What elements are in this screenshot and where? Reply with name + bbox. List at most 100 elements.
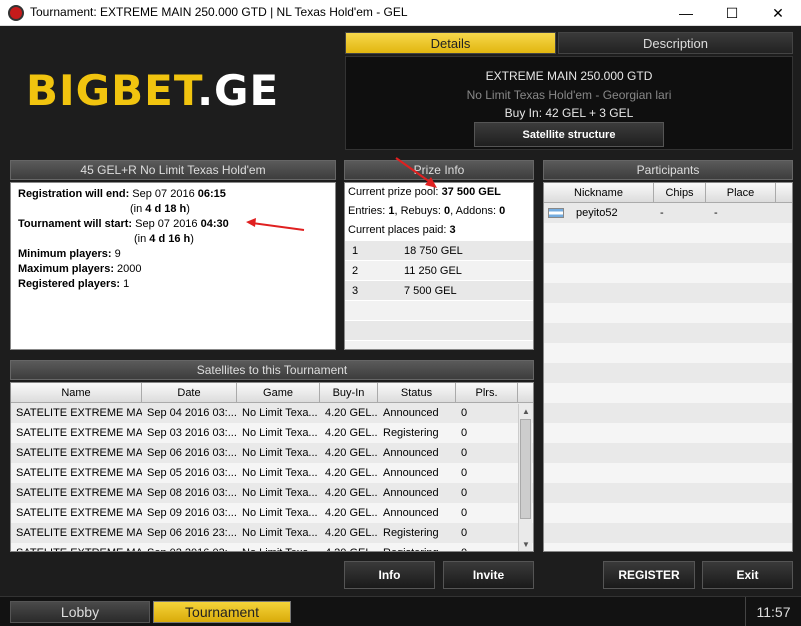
bottom-bar: Lobby Tournament 11:57	[0, 596, 801, 626]
satellite-cell-buyin: 4.20 GEL...	[325, 527, 378, 539]
satellite-structure-button[interactable]: Satellite structure	[474, 122, 664, 147]
prize-table: 1 18 750 GEL 2 11 250 GEL 37 500 GEL	[345, 240, 533, 349]
annotation-arrow-icon	[246, 218, 305, 231]
scroll-up-icon[interactable]: ▲	[519, 404, 533, 418]
participant-row-empty	[544, 503, 792, 523]
participants-header: Participants	[543, 160, 793, 180]
satellite-cell-game: No Limit Texa...	[242, 467, 318, 479]
satellite-cell-name: SATELITE EXTREME MA...	[16, 507, 142, 519]
annotation-arrow-icon	[395, 157, 437, 188]
satellite-row[interactable]: SATELITE EXTREME MA... Sep 05 2016 03:...…	[11, 463, 533, 483]
participants-rows: peyito52 - -	[544, 203, 792, 551]
prize-row: 2 11 250 GEL	[345, 260, 533, 280]
registration-end-countdown: (in 4 d 18 h)	[130, 203, 190, 215]
satellite-cell-name: SATELITE EXTREME MA...	[16, 467, 142, 479]
satellite-cell-name: SATELITE EXTREME MA...	[16, 407, 142, 419]
satellite-row[interactable]: SATELITE EXTREME MA... Sep 04 2016 03:...…	[11, 403, 533, 423]
satellite-cell-game: No Limit Texa...	[242, 407, 318, 419]
satellite-cell-name: SATELITE EXTREME MA...	[11, 547, 142, 551]
satellite-cell-buyin: 4.20 GEL...	[325, 507, 378, 519]
tab-description[interactable]: Description	[558, 32, 793, 54]
register-button[interactable]: REGISTER	[603, 561, 695, 589]
participant-row-empty	[544, 323, 792, 343]
minimize-button[interactable]: —	[663, 0, 709, 26]
satellite-cell-game: No Limit Texa...	[242, 447, 318, 459]
participant-row-empty	[544, 483, 792, 503]
satellite-cell-status: Registering	[378, 547, 456, 551]
column-header-nickname[interactable]: Nickname	[544, 183, 654, 202]
satellite-cell-date: Sep 03 2016 03:...	[147, 427, 237, 439]
scroll-thumb[interactable]	[520, 419, 531, 519]
satellite-cell-buyin: 4.20 GEL...	[325, 487, 378, 499]
registered-players-line: Registered players: 1	[18, 278, 130, 290]
satellites-scrollbar[interactable]: ▲ ▼	[518, 404, 532, 551]
column-header-status[interactable]: Status	[378, 383, 456, 402]
satellite-row[interactable]: SATELITE EXTREME MA... Sep 09 2016 03:...…	[11, 503, 533, 523]
satellite-cell-status: Announced	[383, 487, 439, 499]
participants-column-headers: Nickname Chips Place	[544, 183, 792, 203]
maximize-button[interactable]: ☐	[709, 0, 755, 26]
maximum-players-line: Maximum players: 2000	[18, 263, 142, 275]
column-header-name[interactable]: Name	[11, 383, 142, 402]
column-header-game[interactable]: Game	[237, 383, 320, 402]
prize-row-empty	[345, 300, 533, 320]
satellite-row[interactable]: SATELITE EXTREME MA... Sep 03 2016 03:...…	[11, 423, 533, 443]
satellites-rows: SATELITE EXTREME MA... Sep 04 2016 03:...…	[11, 403, 533, 551]
participant-row[interactable]: peyito52 - -	[544, 203, 792, 223]
satellite-cell-status: Registering	[383, 527, 439, 539]
column-header-buyin[interactable]: Buy-In	[320, 383, 378, 402]
minimum-players-line: Minimum players: 9	[18, 248, 121, 260]
satellites-table: Name Date Game Buy-In Status Plrs. SATEL…	[10, 382, 534, 552]
participant-row-empty	[544, 463, 792, 483]
satellite-cell-game: No Limit Texa...	[237, 547, 320, 551]
close-button[interactable]: ✕	[755, 0, 801, 26]
column-header-date[interactable]: Date	[142, 383, 237, 402]
participant-row-empty	[544, 343, 792, 363]
tab-details[interactable]: Details	[345, 32, 556, 54]
participant-row-empty	[544, 523, 792, 543]
satellite-cell-status: Announced	[383, 407, 439, 419]
satellites-header: Satellites to this Tournament	[10, 360, 534, 380]
column-header-place[interactable]: Place	[706, 183, 776, 202]
participant-row-empty	[544, 243, 792, 263]
participant-row-empty	[544, 383, 792, 403]
invite-button[interactable]: Invite	[443, 561, 534, 589]
prize-row-empty	[345, 320, 533, 340]
tab-tournament[interactable]: Tournament	[153, 601, 291, 623]
satellite-cell-date: Sep 06 2016 23:...	[147, 527, 237, 539]
satellite-cell-game: No Limit Texa...	[242, 527, 318, 539]
info-button[interactable]: Info	[344, 561, 435, 589]
satellite-cell-plrs: 0	[461, 467, 468, 479]
satellite-row[interactable]: SATELITE EXTREME MA... Sep 06 2016 03:...…	[11, 443, 533, 463]
participant-row-empty	[544, 303, 792, 323]
prize-row: 37 500 GEL	[345, 280, 533, 300]
satellite-cell-game: No Limit Texa...	[242, 507, 318, 519]
participant-row-empty	[544, 403, 792, 423]
column-header-chips[interactable]: Chips	[654, 183, 706, 202]
satellite-cell-plrs: 0	[461, 407, 468, 419]
tournament-name: EXTREME MAIN 250.000 GTD	[485, 69, 653, 83]
tournament-game: No Limit Texas Hold'em - Georgian lari	[466, 88, 672, 102]
satellite-row[interactable]: SATELITE EXTREME MA... Sep 06 2016 23:...…	[11, 523, 533, 543]
satellite-cell-plrs: 0	[456, 547, 506, 551]
participants-table: Nickname Chips Place peyito52 - -	[543, 182, 793, 552]
exit-button[interactable]: Exit	[702, 561, 793, 589]
satellite-row[interactable]: SATELITE EXTREME MA... Sep 08 2016 03:...…	[11, 483, 533, 503]
scroll-down-icon[interactable]: ▼	[519, 537, 533, 551]
tab-lobby[interactable]: Lobby	[10, 601, 150, 623]
satellite-cell-status: Announced	[383, 507, 439, 519]
satellite-cell-name: SATELITE EXTREME MA...	[16, 487, 142, 499]
satellite-cell-plrs: 0	[461, 507, 468, 519]
column-header-players[interactable]: Plrs.	[456, 383, 518, 402]
participant-row-empty	[544, 223, 792, 243]
tournament-info-header: 45 GEL+R No Limit Texas Hold'em	[10, 160, 336, 180]
satellite-cell-game: No Limit Texa...	[242, 427, 318, 439]
app-icon	[8, 5, 24, 21]
prize-info-panel: Current prize pool: 37 500 GEL Entries: …	[344, 182, 534, 350]
satellite-cell-date: Sep 09 2016 03:...	[147, 507, 237, 519]
participant-row-empty	[544, 543, 792, 551]
satellite-row[interactable]: SATELITE EXTREME MA...Sep 02 2016 03:...…	[11, 543, 533, 551]
satellite-cell-plrs: 0	[461, 527, 468, 539]
satellite-cell-buyin: 4.20 GEL...	[325, 467, 378, 479]
participant-row-empty	[544, 423, 792, 443]
